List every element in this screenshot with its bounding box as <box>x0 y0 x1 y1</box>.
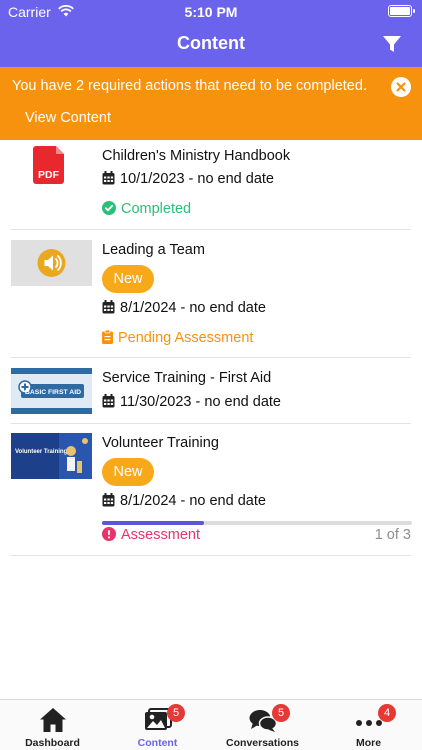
tab-dashboard[interactable]: Dashboard <box>0 700 105 750</box>
filter-icon[interactable] <box>382 34 402 54</box>
status-pending-assessment: Pending Assessment <box>102 329 253 346</box>
notification-badge: 4 <box>378 704 396 722</box>
tab-bar: Dashboard 5 Content 5 Conversations 4 Mo… <box>0 699 422 750</box>
progress-fill <box>102 521 205 525</box>
progress-count: 1 of 3 <box>374 527 411 543</box>
svg-text:BASIC FIRST AID: BASIC FIRST AID <box>25 389 81 396</box>
battery-icon <box>388 5 415 17</box>
item-title: Volunteer Training <box>102 435 219 451</box>
status-time: 5:10 PM <box>184 4 238 20</box>
page-title: Content <box>177 33 245 53</box>
svg-text:PDF: PDF <box>38 169 60 181</box>
calendar-icon <box>102 394 115 408</box>
date-range: 8/1/2024 - no end date <box>102 300 266 316</box>
date-range: 11/30/2023 - no end date <box>102 394 281 410</box>
progress-bar <box>102 521 412 525</box>
tab-conversations[interactable]: 5 Conversations <box>210 700 315 750</box>
home-icon <box>38 706 68 734</box>
calendar-icon <box>102 493 115 507</box>
new-badge: New <box>102 265 154 293</box>
alert-message: You have 2 required actions that need to… <box>12 78 367 94</box>
status-assessment: Assessment <box>102 527 200 543</box>
clipboard-icon <box>102 329 113 344</box>
close-circle-icon[interactable] <box>391 77 411 97</box>
pdf-icon: PDF <box>33 146 67 189</box>
content-item[interactable]: PDF Children's Ministry Handbook 10/1/20… <box>0 140 422 230</box>
item-title: Service Training - First Aid <box>102 370 272 386</box>
status-bar: Carrier 5:10 PM <box>0 0 422 22</box>
calendar-icon <box>102 171 115 185</box>
required-actions-banner: You have 2 required actions that need to… <box>0 67 422 140</box>
alert-circle-icon <box>102 527 116 541</box>
notification-badge: 5 <box>167 704 185 722</box>
check-circle-icon <box>102 201 116 215</box>
content-item[interactable]: BASIC FIRST AID Service Training - First… <box>0 358 422 424</box>
view-content-link[interactable]: View Content <box>25 110 111 126</box>
date-range: 10/1/2023 - no end date <box>102 171 274 187</box>
app-header: Carrier 5:10 PM Content <box>0 0 422 67</box>
svg-text:Volunteer Training: Volunteer Training <box>15 449 68 455</box>
new-badge: New <box>102 458 154 486</box>
tab-content[interactable]: 5 Content <box>105 700 210 750</box>
notification-badge: 5 <box>272 704 290 722</box>
tab-more[interactable]: 4 More <box>316 700 421 750</box>
status-completed: Completed <box>102 201 191 217</box>
divider <box>11 555 411 556</box>
audio-speaker-icon <box>11 240 92 286</box>
date-range: 8/1/2024 - no end date <box>102 493 266 509</box>
item-title: Leading a Team <box>102 242 205 258</box>
item-title: Children's Ministry Handbook <box>102 148 291 164</box>
calendar-icon <box>102 300 115 314</box>
content-item[interactable]: Leading a Team New 8/1/2024 - no end dat… <box>0 230 422 358</box>
volunteer-training-thumbnail: Volunteer Training <box>11 433 92 479</box>
first-aid-thumbnail: BASIC FIRST AID <box>11 368 92 414</box>
content-item[interactable]: Volunteer Training Volunteer Training Ne… <box>0 424 422 556</box>
